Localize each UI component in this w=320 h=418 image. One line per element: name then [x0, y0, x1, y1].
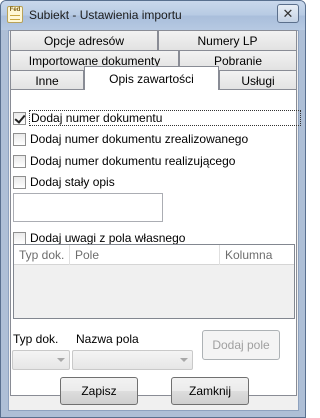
doc-type-label: Typ dok. — [13, 332, 59, 346]
title-bar[interactable]: Fed Subiekt - Ustawienia importu ✕ — [1, 1, 305, 30]
checkbox-dodaj-numer-dokumentu[interactable]: Dodaj numer dokumentu — [13, 110, 301, 126]
column-header-kolumna[interactable]: Kolumna — [220, 245, 294, 265]
tab-uslugi[interactable]: Usługi — [219, 70, 297, 90]
checkbox-box[interactable] — [13, 175, 26, 189]
column-header-pole[interactable]: Pole — [70, 245, 220, 265]
dialog-window: Fed Subiekt - Ustawienia importu ✕ Opcje… — [0, 0, 306, 418]
tab-numery-lp[interactable]: Numery LP — [158, 30, 297, 50]
tab-panel-opis-zawartosci: Dodaj numer dokumentu Dodaj numer dokume… — [10, 89, 301, 396]
chevron-down-icon — [57, 358, 65, 362]
checkbox-dodaj-numer-realizujacego[interactable]: Dodaj numer dokumentu realizującego — [13, 153, 235, 169]
checkbox-label: Dodaj numer dokumentu zrealizowanego — [30, 132, 249, 146]
tab-inne[interactable]: Inne — [10, 70, 84, 90]
checkbox-box[interactable] — [13, 111, 26, 125]
close-button[interactable]: Zamknij — [171, 377, 249, 405]
checkbox-dodaj-numer-zrealizowanego[interactable]: Dodaj numer dokumentu zrealizowanego — [13, 131, 248, 147]
doc-type-select[interactable] — [12, 350, 70, 370]
chevron-down-icon — [180, 358, 188, 362]
checkbox-label: Dodaj uwagi z pola własnego — [30, 231, 186, 245]
checkbox-box[interactable] — [13, 231, 26, 245]
staly-opis-input[interactable] — [13, 193, 163, 222]
field-name-label: Nazwa pola — [76, 332, 139, 346]
checkbox-dodaj-staly-opis[interactable]: Dodaj stały opis — [13, 174, 115, 190]
dialog-client-area: Opcje adresów Numery LP Importowane doku… — [8, 30, 301, 411]
save-button[interactable]: Zapisz — [60, 377, 138, 405]
tab-opcje-adresow[interactable]: Opcje adresów — [10, 30, 158, 50]
checkbox-label: Dodaj numer dokumentu realizującego — [30, 154, 236, 168]
close-window-button[interactable]: ✕ — [277, 4, 299, 23]
custom-fields-grid[interactable]: Typ dok. Pole Kolumna — [13, 244, 295, 319]
checkbox-box[interactable] — [13, 132, 26, 146]
tab-opis-zawartosci[interactable]: Opis zawartości — [84, 66, 219, 90]
checkbox-box[interactable] — [13, 154, 26, 168]
field-name-select[interactable] — [72, 350, 193, 370]
checkbox-label: Dodaj stały opis — [30, 175, 115, 189]
close-icon: ✕ — [282, 5, 294, 21]
add-field-button[interactable]: Dodaj pole — [202, 330, 280, 360]
window-title: Subiekt - Ustawienia importu — [29, 8, 182, 22]
checkbox-label: Dodaj numer dokumentu — [29, 110, 301, 126]
grid-header: Typ dok. Pole Kolumna — [14, 245, 294, 265]
column-header-typ-dok[interactable]: Typ dok. — [14, 245, 70, 265]
app-icon: Fed — [7, 6, 23, 23]
